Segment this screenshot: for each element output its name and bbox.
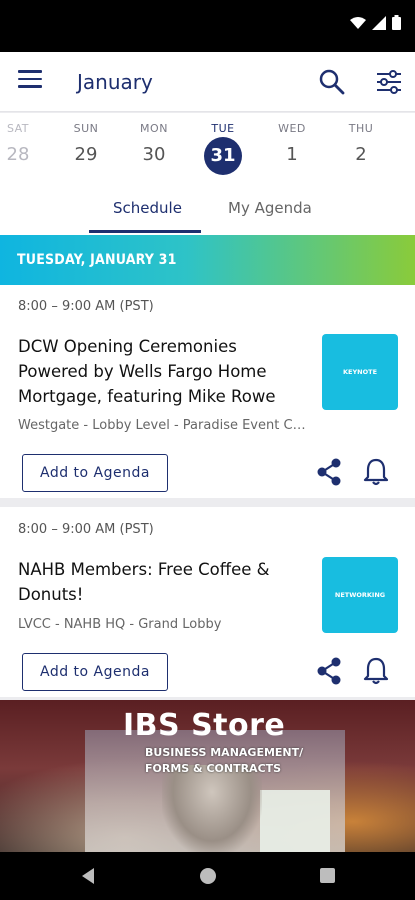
system-nav-bar	[0, 852, 415, 900]
add-to-agenda-button[interactable]: Add to Agenda	[22, 454, 168, 492]
session-title[interactable]: DCW Opening Ceremonies Powered by Wells …	[18, 334, 308, 409]
day-of-week: SAT	[6, 122, 30, 135]
bell-icon[interactable]	[362, 656, 390, 686]
day-number: 29	[74, 144, 98, 165]
menu-line	[18, 70, 42, 73]
home-icon[interactable]	[200, 868, 216, 884]
ibs-store-promo-banner[interactable]: IBS Store Business Management/ Forms & C…	[0, 700, 415, 852]
session-card[interactable]: 8:00 – 9:00 AM (PST) NAHB Members: Free …	[0, 507, 415, 697]
tab-schedule[interactable]: Schedule	[113, 199, 182, 217]
share-icon[interactable]	[315, 656, 343, 686]
menu-line	[18, 77, 42, 80]
day-of-week: SUN	[73, 122, 99, 135]
day-number: 1	[286, 144, 298, 165]
recent-apps-icon[interactable]	[320, 868, 335, 883]
wifi-icon	[350, 16, 366, 29]
menu-line	[18, 85, 42, 88]
promo-photo-person	[162, 765, 262, 852]
day-of-week: MON	[140, 122, 168, 135]
tab-my-agenda[interactable]: My Agenda	[228, 199, 312, 217]
filter-sliders-icon[interactable]	[375, 68, 403, 96]
promo-sign-line: Business Management/	[145, 746, 304, 759]
promo-photo-counter	[260, 790, 330, 852]
session-type-badge: Networking	[322, 557, 398, 633]
date-item-mon[interactable]: MON 30	[124, 113, 184, 165]
bell-icon[interactable]	[362, 457, 390, 487]
add-to-agenda-button[interactable]: Add to Agenda	[22, 653, 168, 691]
promo-sign-line: Forms & Contracts	[145, 762, 282, 775]
view-tabs: Schedule My Agenda	[0, 183, 415, 235]
date-banner: Tuesday, January 31	[0, 235, 415, 285]
day-number: 31	[204, 137, 242, 175]
date-item-wed[interactable]: WED 1	[262, 113, 322, 165]
date-item-sun[interactable]: SUN 29	[56, 113, 116, 165]
status-icons	[350, 15, 401, 30]
promo-sign-text: Business Management/ Forms & Contracts	[145, 745, 303, 777]
date-item-sat[interactable]: SAT 28	[0, 113, 48, 165]
session-location: LVCC - NAHB HQ - Grand Lobby	[18, 617, 222, 632]
active-tab-indicator	[89, 230, 201, 233]
date-item-thu[interactable]: THU 2	[331, 113, 391, 165]
battery-icon	[392, 15, 401, 30]
day-of-week: THU	[348, 122, 374, 135]
back-icon[interactable]	[80, 867, 96, 885]
session-type-badge: Keynote	[322, 334, 398, 410]
signal-icon	[372, 15, 386, 30]
day-number: 28	[6, 144, 30, 165]
date-banner-label: Tuesday, January 31	[17, 252, 177, 268]
app-bar: January	[0, 52, 415, 112]
date-strip: SAT 28 SUN 29 MON 30 TUE 31 WED 1 THU 2	[0, 113, 415, 183]
search-icon[interactable]	[318, 68, 346, 96]
month-title[interactable]: January	[77, 70, 153, 94]
hamburger-menu-icon[interactable]	[18, 70, 42, 94]
date-item-tue-selected[interactable]: TUE 31	[193, 113, 253, 175]
session-location: Westgate - Lobby Level - Paradise Event …	[18, 418, 308, 433]
day-number: 2	[355, 144, 367, 165]
session-time: 8:00 – 9:00 AM (PST)	[18, 522, 154, 537]
day-number: 30	[142, 144, 166, 165]
day-of-week: TUE	[211, 122, 235, 135]
promo-title: IBS Store	[123, 708, 286, 743]
session-card[interactable]: 8:00 – 9:00 AM (PST) DCW Opening Ceremon…	[0, 285, 415, 498]
day-of-week: WED	[278, 122, 306, 135]
session-title[interactable]: NAHB Members: Free Coffee & Donuts!	[18, 557, 308, 607]
session-time: 8:00 – 9:00 AM (PST)	[18, 299, 154, 314]
share-icon[interactable]	[315, 457, 343, 487]
status-bar	[0, 0, 415, 52]
